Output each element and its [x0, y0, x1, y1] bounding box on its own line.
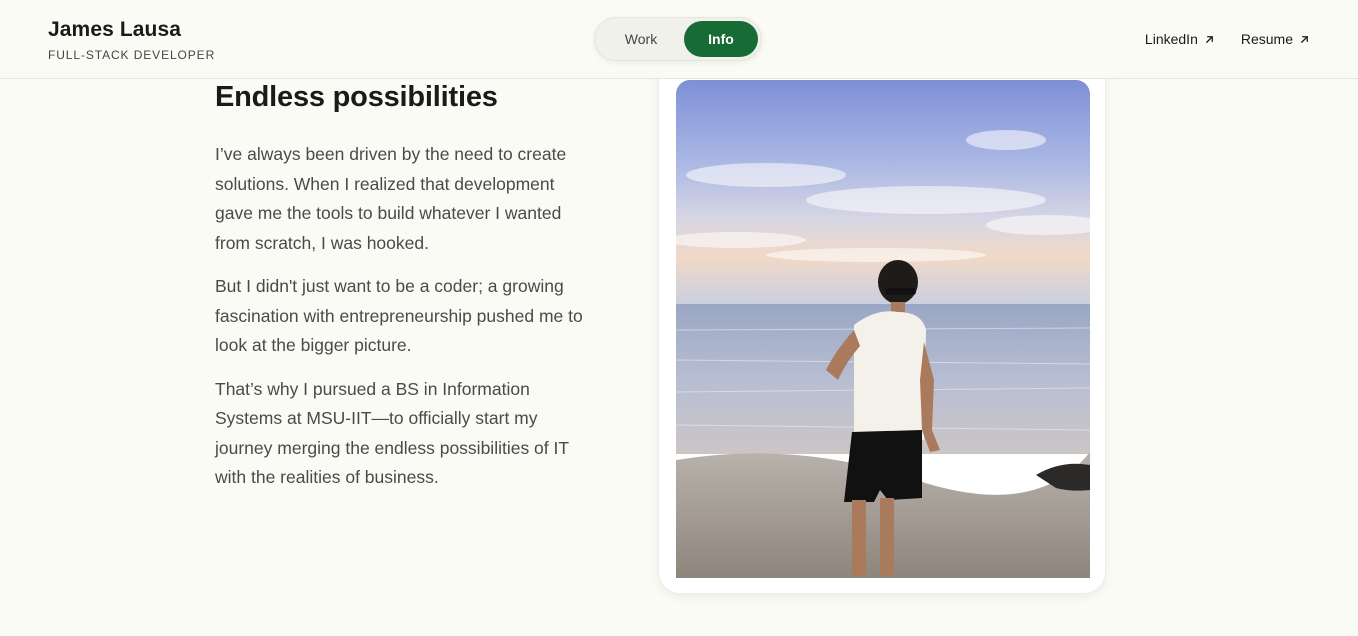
paragraph-1: I’ve always been driven by the need to c…: [215, 144, 567, 253]
beach-portrait-photo: [676, 80, 1090, 617]
external-arrow-icon: [1205, 35, 1213, 43]
info-section: Endless possibilities I’ve always been d…: [215, 80, 585, 493]
tab-info[interactable]: Info: [684, 21, 758, 57]
top-header: James Lausa FULL-STACK DEVELOPER Work In…: [0, 0, 1358, 79]
work-info-toggle: Work Info: [594, 17, 762, 61]
external-arrow-icon: [1301, 35, 1308, 43]
linkedin-link-label: LinkedIn: [1144, 31, 1198, 47]
paragraph-2: But I didn't just want to be a coder; a …: [215, 276, 583, 355]
linkedin-link[interactable]: LinkedIn: [1145, 31, 1215, 47]
paragraph-3: That’s why I pursued a BS in Information…: [215, 378, 569, 488]
tab-work[interactable]: Work: [598, 21, 684, 57]
external-links: LinkedIn Resume: [1145, 31, 1310, 47]
portrait-card: [658, 40, 1106, 594]
resume-link[interactable]: Resume: [1241, 31, 1310, 47]
resume-link-label: Resume: [1240, 31, 1293, 47]
brand-name[interactable]: James Lausa: [48, 18, 215, 42]
brand[interactable]: James Lausa FULL-STACK DEVELOPER: [48, 18, 215, 62]
section-heading: Endless possibilities: [215, 81, 498, 113]
brand-role: FULL-STACK DEVELOPER: [48, 48, 216, 62]
